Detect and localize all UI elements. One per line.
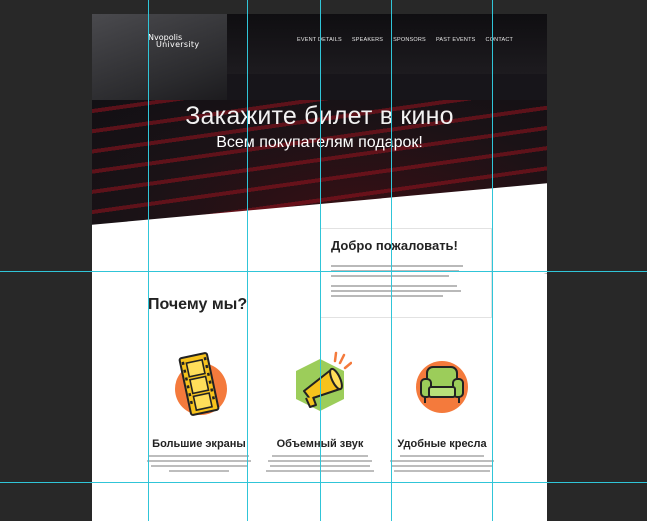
armchair-icon (410, 351, 474, 413)
ceiling-image (227, 14, 547, 74)
logo[interactable]: Nvopolis University (148, 34, 200, 49)
welcome-text (331, 265, 481, 297)
feature-title: Большие экраны (152, 438, 246, 450)
guide-vertical[interactable] (391, 0, 392, 521)
main-nav: EVENT DETAILS SPEAKERS SPONSORS PAST EVE… (297, 37, 513, 43)
logo-line2: University (156, 40, 200, 49)
guide-vertical[interactable] (492, 0, 493, 521)
feature-big-screens: Большие экраны (139, 351, 259, 475)
guide-horizontal[interactable] (0, 482, 647, 483)
nav-item-past-events[interactable]: PAST EVENTS (436, 37, 476, 43)
nav-item-speakers[interactable]: SPEAKERS (352, 37, 383, 43)
nav-item-sponsors[interactable]: SPONSORS (393, 37, 426, 43)
cinema-screen-image (92, 14, 227, 100)
guide-vertical[interactable] (247, 0, 248, 521)
why-title: Почему мы? (148, 296, 248, 313)
nav-item-contact[interactable]: CONTACT (486, 37, 514, 43)
welcome-title: Добро пожаловать! (331, 238, 458, 253)
guide-vertical[interactable] (148, 0, 149, 521)
feature-description (139, 455, 259, 472)
feature-title: Удобные кресла (397, 438, 487, 450)
feature-description (382, 455, 502, 472)
welcome-card: Добро пожаловать! (320, 228, 492, 318)
guide-horizontal[interactable] (0, 271, 647, 272)
film-strip-icon (167, 351, 231, 416)
feature-comfy-seats: Удобные кресла (382, 351, 502, 475)
guide-vertical[interactable] (320, 0, 321, 521)
